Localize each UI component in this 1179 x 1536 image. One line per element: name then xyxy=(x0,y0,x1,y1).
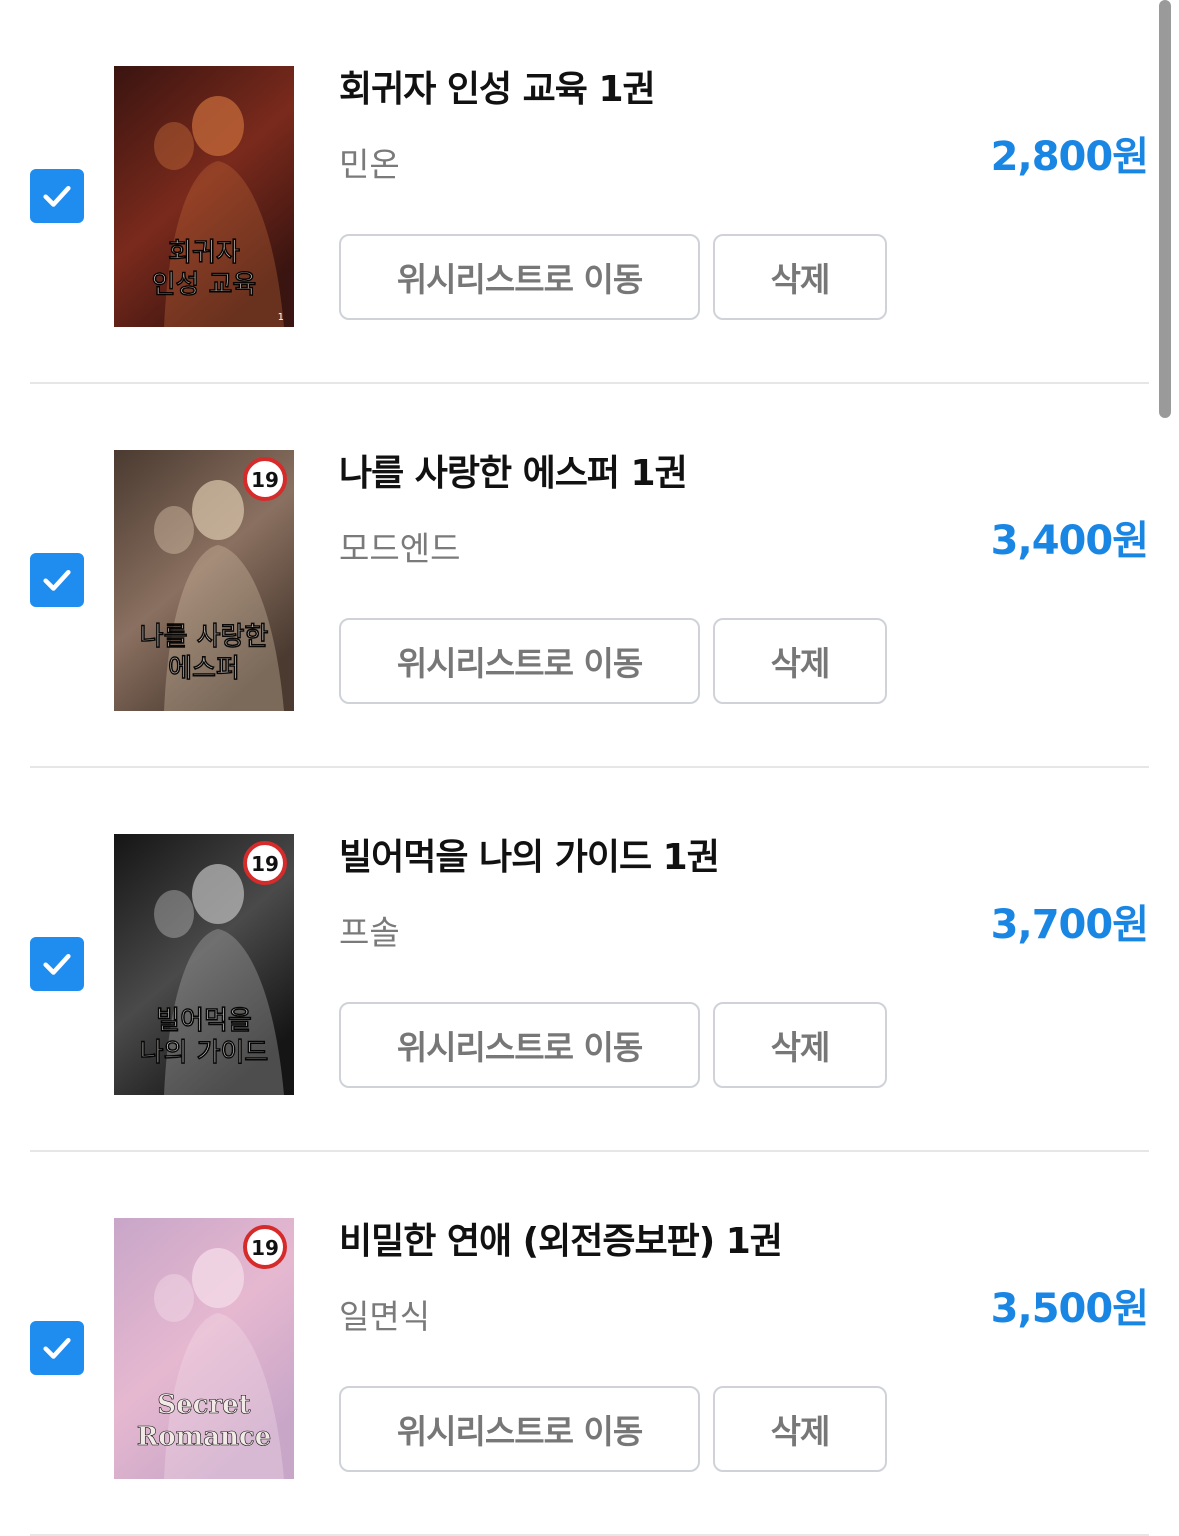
cover-title-text: 나를 사랑한 xyxy=(140,622,269,652)
book-author: 프솔 xyxy=(339,913,400,952)
move-to-wishlist-button[interactable]: 위시리스트로 이동 xyxy=(339,234,700,320)
check-icon xyxy=(43,569,71,591)
cart-item-list: 회귀자 인성 교육 1 회귀자 인성 교육 1권 민온 2,800원 위시리스트로 … xyxy=(0,0,1179,1536)
cart-item: 빌어먹을 나의 가이드 19 빌어먹을 나의 가이드 1권 프솔 3,700원 위시… xyxy=(0,768,1179,1152)
delete-button[interactable]: 삭제 xyxy=(713,1002,887,1088)
book-author: 모드엔드 xyxy=(339,529,461,568)
select-checkbox[interactable] xyxy=(30,1321,84,1375)
cover-title-text: Romance xyxy=(137,1422,272,1452)
cart-item: 회귀자 인성 교육 1 회귀자 인성 교육 1권 민온 2,800원 위시리스트로 … xyxy=(0,0,1179,384)
age-19-badge-icon: 19 xyxy=(243,457,287,501)
cart-item: 나를 사랑한 에스퍼 19 나를 사랑한 에스퍼 1권 모드엔드 3,400원 위시… xyxy=(0,384,1179,768)
cover-figure-head xyxy=(192,96,244,156)
book-cover[interactable]: 나를 사랑한 에스퍼 19 xyxy=(114,450,294,711)
cover-title-text: 인성 교육 xyxy=(152,270,257,300)
cover-figure-head xyxy=(154,506,194,554)
book-price: 3,700원 xyxy=(990,902,1149,948)
cover-title-text: 나의 가이드 xyxy=(140,1038,269,1068)
move-to-wishlist-button[interactable]: 위시리스트로 이동 xyxy=(339,1002,700,1088)
check-icon xyxy=(43,953,71,975)
book-title[interactable]: 빌어먹을 나의 가이드 1권 xyxy=(339,828,720,880)
cover-title-text: 회귀자 xyxy=(168,238,240,268)
book-title[interactable]: 회귀자 인성 교육 1권 xyxy=(339,60,656,112)
cover-title-text: 빌어먹을 xyxy=(156,1006,252,1036)
age-badge-label: 19 xyxy=(251,1236,279,1260)
check-icon xyxy=(43,185,71,207)
cover-art: 빌어먹을나의 가이드 19 xyxy=(114,834,294,1095)
delete-button[interactable]: 삭제 xyxy=(713,234,887,320)
select-checkbox[interactable] xyxy=(30,937,84,991)
cover-figure-head xyxy=(192,480,244,540)
cover-art: 나를 사랑한에스퍼 19 xyxy=(114,450,294,711)
cover-figure-head xyxy=(192,864,244,924)
cover-title-text: 에스퍼 xyxy=(168,654,240,684)
cover-figure-head xyxy=(154,1274,194,1322)
select-checkbox[interactable] xyxy=(30,169,84,223)
book-price: 3,500원 xyxy=(990,1286,1149,1332)
book-price: 2,800원 xyxy=(990,134,1149,180)
book-cover[interactable]: Secret Romance 19 xyxy=(114,1218,294,1479)
age-badge-label: 19 xyxy=(251,852,279,876)
delete-button[interactable]: 삭제 xyxy=(713,618,887,704)
cover-art: 회귀자인성 교육 1 xyxy=(114,66,294,327)
book-title[interactable]: 나를 사랑한 에스퍼 1권 xyxy=(339,444,688,496)
age-badge-label: 19 xyxy=(251,468,279,492)
book-price: 3,400원 xyxy=(990,518,1149,564)
book-cover[interactable]: 회귀자 인성 교육 1 xyxy=(114,66,294,327)
age-19-badge-icon: 19 xyxy=(243,1225,287,1269)
cover-art: SecretRomance 19 xyxy=(114,1218,294,1479)
book-author: 민온 xyxy=(339,145,400,184)
move-to-wishlist-button[interactable]: 위시리스트로 이동 xyxy=(339,1386,700,1472)
move-to-wishlist-button[interactable]: 위시리스트로 이동 xyxy=(339,618,700,704)
cover-figure-head xyxy=(192,1248,244,1308)
age-19-badge-icon: 19 xyxy=(243,841,287,885)
cover-figure-head xyxy=(154,890,194,938)
delete-button[interactable]: 삭제 xyxy=(713,1386,887,1472)
check-icon xyxy=(43,1337,71,1359)
cover-volume-number: 1 xyxy=(278,312,284,323)
cart-item: Secret Romance 19 비밀한 연애 (외전증보판) 1권 일면식 3,… xyxy=(0,1152,1179,1536)
cover-figure-head xyxy=(154,122,194,170)
select-checkbox[interactable] xyxy=(30,553,84,607)
scrollbar[interactable] xyxy=(1159,0,1171,418)
book-title[interactable]: 비밀한 연애 (외전증보판) 1권 xyxy=(339,1212,783,1264)
book-cover[interactable]: 빌어먹을 나의 가이드 19 xyxy=(114,834,294,1095)
book-author: 일면식 xyxy=(339,1297,431,1336)
cover-title-text: Secret xyxy=(157,1390,250,1420)
